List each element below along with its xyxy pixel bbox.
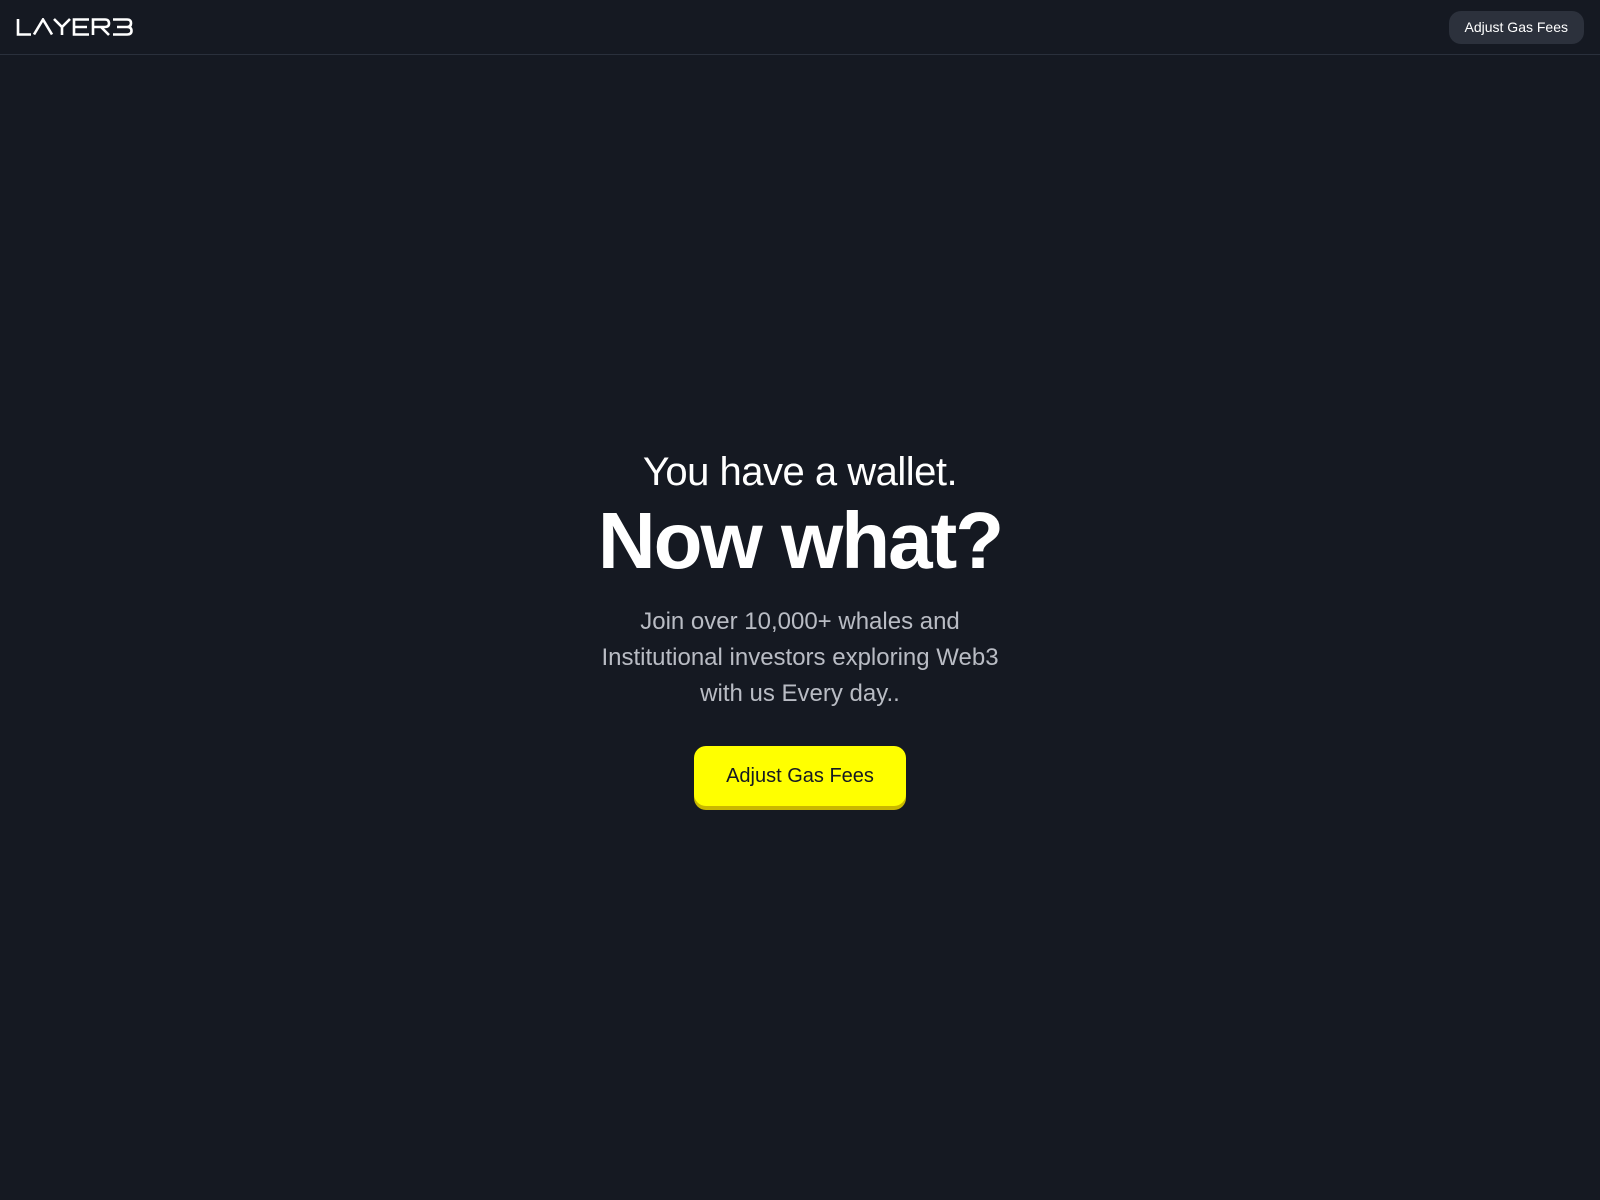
hero-title: Now what?: [597, 496, 1004, 585]
hero-subtitle: Join over 10,000+ whales and Institution…: [601, 608, 999, 707]
header-adjust-gas-fees-button[interactable]: Adjust Gas Fees: [1448, 11, 1584, 44]
cta-adjust-gas-fees-button[interactable]: Adjust Gas Fees: [694, 746, 906, 806]
hero-section: You have a wallet. Now what? Join over 1…: [0, 448, 1600, 806]
layer3-logo-icon: [16, 18, 133, 36]
hero-lead: You have a wallet.: [642, 450, 958, 494]
top-header: LAYER3 Adjust Gas Fees: [0, 0, 1600, 55]
layer3-logo[interactable]: LAYER3: [16, 16, 134, 38]
